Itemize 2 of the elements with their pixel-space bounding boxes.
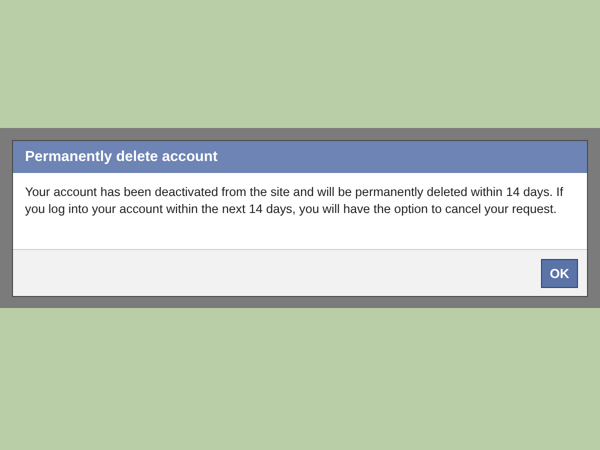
dialog-title: Permanently delete account bbox=[13, 141, 587, 173]
ok-button[interactable]: OK bbox=[541, 259, 578, 288]
